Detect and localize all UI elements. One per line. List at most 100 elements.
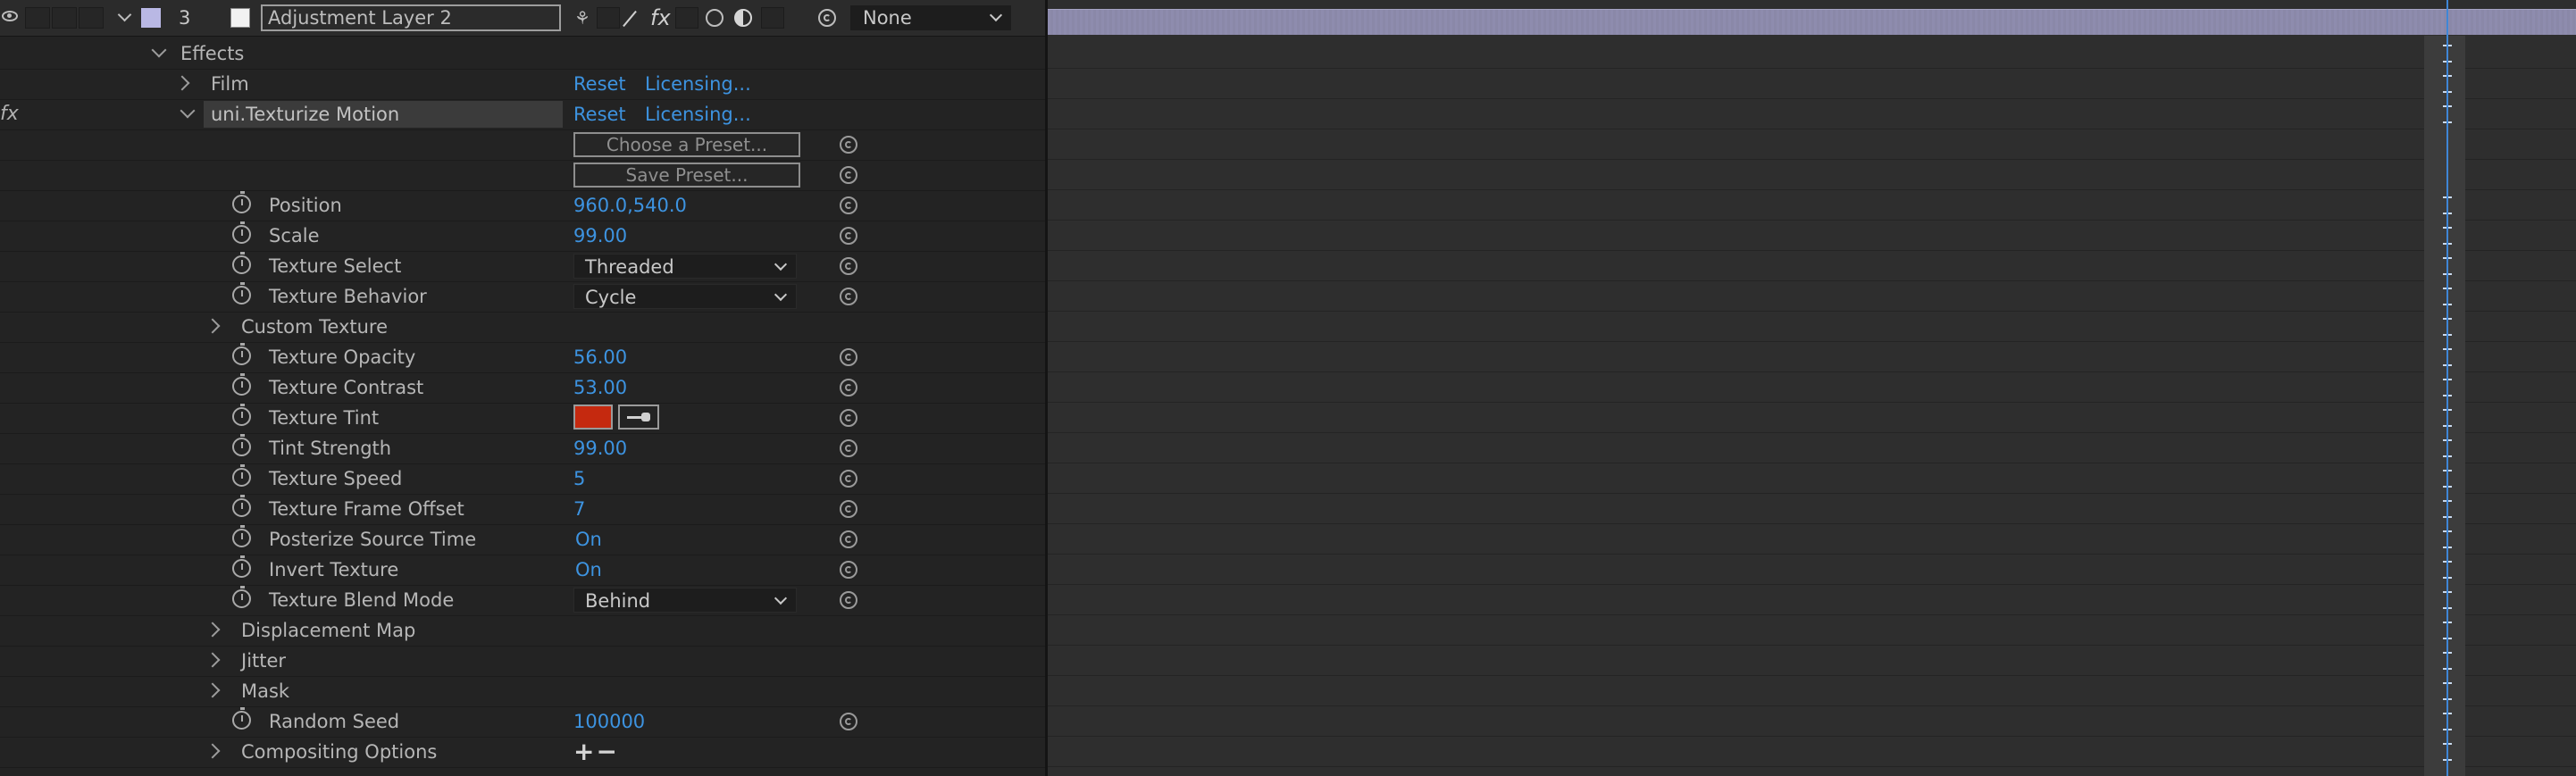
prop-texture-opacity-value[interactable]: 56.00 bbox=[573, 342, 627, 372]
prop-position-value[interactable]: 960.0,540.0 bbox=[573, 190, 687, 221]
chevron-down-icon[interactable] bbox=[151, 42, 167, 58]
prop-invert-texture-value[interactable]: On bbox=[575, 555, 602, 585]
group-displacement-map-row[interactable]: Displacement Map bbox=[0, 615, 1045, 647]
prop-texture-contrast-value[interactable]: 53.00 bbox=[573, 372, 627, 403]
layer-label-color[interactable] bbox=[141, 8, 161, 28]
layer-row[interactable]: 3 Adjustment Layer 2 ⚘ fx None bbox=[0, 0, 1045, 37]
chevron-down-icon[interactable] bbox=[180, 103, 196, 119]
texture-behavior-value: Cycle bbox=[585, 287, 637, 308]
timeline-track-row bbox=[1048, 99, 2576, 129]
layer-duration-bar[interactable] bbox=[1048, 9, 2576, 35]
stopwatch-icon[interactable] bbox=[232, 191, 251, 213]
expression-pickwhip-icon[interactable] bbox=[840, 379, 857, 396]
timeline-track-row bbox=[1048, 706, 2576, 737]
prop-texture-frame-offset-value[interactable]: 7 bbox=[573, 494, 585, 524]
expression-pickwhip-icon[interactable] bbox=[840, 288, 857, 305]
timeline-track-row bbox=[1048, 342, 2576, 372]
expression-pickwhip-icon[interactable] bbox=[840, 500, 857, 518]
audio-toggle[interactable] bbox=[25, 7, 50, 29]
prop-texture-speed-value[interactable]: 5 bbox=[573, 463, 585, 494]
layer-name-field[interactable]: Adjustment Layer 2 bbox=[261, 4, 561, 31]
layer-expand-chevron[interactable] bbox=[117, 7, 132, 22]
group-compositing-options-label: Compositing Options bbox=[241, 741, 438, 763]
shy-icon[interactable]: ⚘ bbox=[572, 8, 593, 28]
expression-pickwhip-icon[interactable] bbox=[840, 591, 857, 609]
film-licensing-link[interactable]: Licensing... bbox=[645, 69, 751, 99]
chevron-right-icon[interactable] bbox=[205, 318, 221, 334]
texture-select-dropdown[interactable]: Threaded bbox=[573, 254, 797, 279]
expression-pickwhip-icon[interactable] bbox=[840, 136, 857, 154]
stopwatch-icon[interactable] bbox=[232, 282, 251, 305]
prop-random-seed-value[interactable]: 100000 bbox=[573, 706, 645, 737]
choose-preset-button[interactable]: Choose a Preset... bbox=[573, 132, 800, 157]
stopwatch-icon[interactable] bbox=[232, 525, 251, 547]
save-preset-row: Save Preset... bbox=[0, 160, 1045, 191]
expression-pickwhip-icon[interactable] bbox=[840, 439, 857, 457]
effects-label: Effects bbox=[180, 43, 245, 64]
group-jitter-row[interactable]: Jitter bbox=[0, 646, 1045, 677]
texturize-reset-link[interactable]: Reset bbox=[573, 99, 626, 129]
group-custom-texture-row[interactable]: Custom Texture bbox=[0, 312, 1045, 343]
stopwatch-icon[interactable] bbox=[232, 707, 251, 730]
chevron-right-icon[interactable] bbox=[205, 743, 221, 759]
solo-toggle[interactable] bbox=[52, 7, 77, 29]
stopwatch-icon[interactable] bbox=[232, 434, 251, 456]
parent-select[interactable]: None bbox=[850, 5, 1011, 30]
expression-pickwhip-icon[interactable] bbox=[840, 166, 857, 184]
stopwatch-icon[interactable] bbox=[232, 252, 251, 274]
prop-posterize-source-time-value[interactable]: On bbox=[575, 524, 602, 555]
eye-icon[interactable] bbox=[2, 11, 18, 21]
current-time-indicator[interactable] bbox=[2446, 0, 2448, 776]
chevron-right-icon[interactable] bbox=[174, 75, 190, 91]
texture-blend-mode-dropdown[interactable]: Behind bbox=[573, 588, 797, 613]
expression-pickwhip-icon[interactable] bbox=[840, 409, 857, 427]
parent-pickwhip-icon[interactable] bbox=[818, 9, 836, 27]
timeline-panel[interactable] bbox=[1048, 0, 2576, 776]
stopwatch-icon[interactable] bbox=[232, 343, 251, 365]
texture-behavior-dropdown[interactable]: Cycle bbox=[573, 284, 797, 309]
stopwatch-icon[interactable] bbox=[232, 404, 251, 426]
quality-icon[interactable] bbox=[623, 10, 637, 28]
collapse-switch[interactable] bbox=[597, 7, 620, 29]
prop-tint-strength-value[interactable]: 99.00 bbox=[573, 433, 627, 463]
effect-film-row[interactable]: Film Reset Licensing... bbox=[0, 69, 1045, 100]
texturize-licensing-link[interactable]: Licensing... bbox=[645, 99, 751, 129]
expression-pickwhip-icon[interactable] bbox=[840, 470, 857, 488]
adjustment-layer-icon[interactable] bbox=[706, 9, 723, 27]
save-preset-button[interactable]: Save Preset... bbox=[573, 163, 800, 188]
stopwatch-icon[interactable] bbox=[232, 221, 251, 244]
stopwatch-icon[interactable] bbox=[232, 373, 251, 396]
prop-texture-tint-row: Texture Tint bbox=[0, 403, 1045, 434]
choose-preset-row: Choose a Preset... bbox=[0, 129, 1045, 161]
stopwatch-icon[interactable] bbox=[232, 495, 251, 517]
stopwatch-icon[interactable] bbox=[232, 464, 251, 487]
film-reset-link[interactable]: Reset bbox=[573, 69, 626, 99]
group-mask-row[interactable]: Mask bbox=[0, 676, 1045, 707]
eyedropper-icon[interactable] bbox=[618, 405, 659, 430]
expression-pickwhip-icon[interactable] bbox=[840, 196, 857, 214]
stopwatch-icon[interactable] bbox=[232, 586, 251, 608]
lock-toggle[interactable] bbox=[79, 7, 104, 29]
chevron-right-icon[interactable] bbox=[205, 682, 221, 698]
chevron-right-icon[interactable] bbox=[205, 652, 221, 668]
expression-pickwhip-icon[interactable] bbox=[840, 713, 857, 730]
prop-scale-value[interactable]: 99.00 bbox=[573, 221, 627, 251]
expression-pickwhip-icon[interactable] bbox=[840, 530, 857, 548]
expression-pickwhip-icon[interactable] bbox=[840, 227, 857, 245]
effect-name-highlight[interactable]: uni.Texturize Motion bbox=[204, 101, 563, 128]
motion-blur-switch[interactable] bbox=[675, 7, 698, 29]
group-compositing-options-row[interactable]: Compositing Options +− bbox=[0, 737, 1045, 768]
3d-layer-icon[interactable] bbox=[734, 9, 752, 27]
texture-tint-color-swatch[interactable] bbox=[573, 405, 613, 430]
timeline-track-row bbox=[1048, 190, 2576, 221]
effects-group-row[interactable]: Effects bbox=[0, 38, 1045, 70]
fx-switch-icon[interactable]: fx bbox=[650, 0, 671, 36]
layer-switch-empty[interactable] bbox=[761, 7, 784, 29]
expression-pickwhip-icon[interactable] bbox=[840, 257, 857, 275]
expression-pickwhip-icon[interactable] bbox=[840, 561, 857, 579]
chevron-right-icon[interactable] bbox=[205, 622, 221, 638]
add-remove-mask-controls[interactable]: +− bbox=[573, 737, 619, 767]
effect-texturize-row[interactable]: fx uni.Texturize Motion Reset Licensing.… bbox=[0, 99, 1045, 130]
expression-pickwhip-icon[interactable] bbox=[840, 348, 857, 366]
stopwatch-icon[interactable] bbox=[232, 555, 251, 578]
